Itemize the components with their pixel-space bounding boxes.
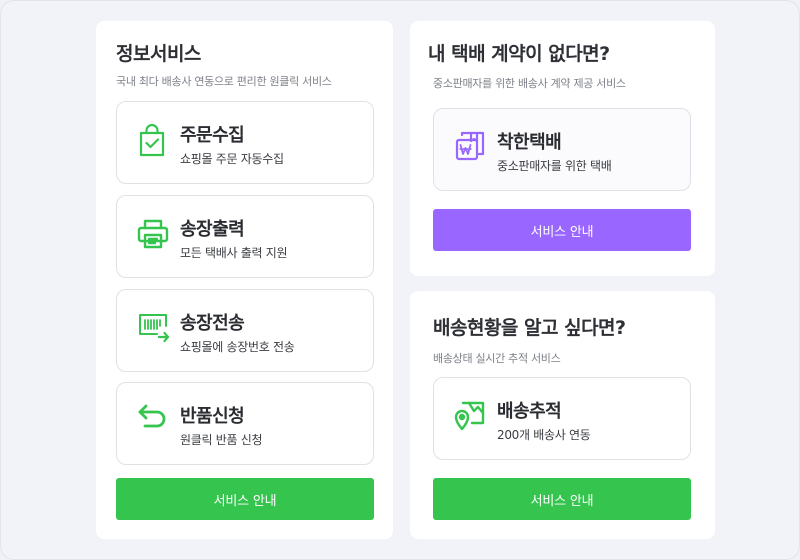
service-item-desc: 쇼핑몰에 송장번호 전송 [180, 340, 295, 354]
contract-service-card: 내 택배 계약이 없다면? 중소판매자를 위한 배송사 계약 제공 서비스 착한… [410, 21, 715, 276]
info-service-title: 정보서비스 [116, 43, 201, 65]
tracking-service-title: 배송현황을 알고 싶다면? [433, 317, 626, 339]
service-item-desc: 원클릭 반품 신청 [180, 433, 263, 447]
service-item-title: 반품신청 [180, 406, 245, 427]
service-item-invoice-print[interactable]: 송장출력 모든 택배사 출력 지원 [116, 195, 374, 278]
printer-icon [137, 218, 169, 249]
service-item-good-delivery[interactable]: 착한택배 중소판매자를 위한 택배 [433, 108, 691, 191]
service-item-desc: 모든 택배사 출력 지원 [180, 246, 288, 260]
contract-service-subtitle: 중소판매자를 위한 배송사 계약 제공 서비스 [433, 77, 626, 90]
service-item-title: 착한택배 [497, 132, 562, 153]
service-item-title: 배송추적 [497, 401, 562, 422]
return-arrow-icon [137, 403, 167, 433]
barcode-send-icon [137, 312, 170, 343]
map-pin-icon [454, 399, 485, 431]
info-service-subtitle: 국내 최다 배송사 연동으로 편리한 원클릭 서비스 [116, 75, 332, 88]
info-service-guide-button[interactable]: 서비스 안내 [116, 478, 374, 520]
service-item-title: 송장전송 [180, 313, 245, 334]
contract-service-title: 내 택배 계약이 없다면? [428, 43, 610, 65]
contract-service-guide-button[interactable]: 서비스 안내 [433, 209, 691, 251]
won-box-icon [454, 130, 485, 161]
service-item-title: 주문수집 [180, 125, 245, 146]
service-item-delivery-tracking[interactable]: 배송추적 200개 배송사 연동 [433, 377, 691, 460]
tracking-service-guide-button[interactable]: 서비스 안내 [433, 478, 691, 520]
shopping-bag-check-icon [137, 123, 167, 157]
tracking-service-card: 배송현황을 알고 싶다면? 배송상태 실시간 추적 서비스 배송추적 200개 … [410, 291, 715, 539]
info-service-card: 정보서비스 국내 최다 배송사 연동으로 편리한 원클릭 서비스 주문수집 쇼핑… [96, 21, 393, 539]
service-item-invoice-send[interactable]: 송장전송 쇼핑몰에 송장번호 전송 [116, 289, 374, 372]
service-item-return-request[interactable]: 반품신청 원클릭 반품 신청 [116, 382, 374, 465]
service-item-desc: 쇼핑몰 주문 자동수집 [180, 152, 284, 166]
service-item-desc: 200개 배송사 연동 [497, 428, 591, 442]
service-item-desc: 중소판매자를 위한 택배 [497, 159, 612, 173]
tracking-service-subtitle: 배송상태 실시간 추적 서비스 [433, 352, 561, 365]
service-item-order-collect[interactable]: 주문수집 쇼핑몰 주문 자동수집 [116, 101, 374, 184]
service-item-title: 송장출력 [180, 219, 245, 240]
